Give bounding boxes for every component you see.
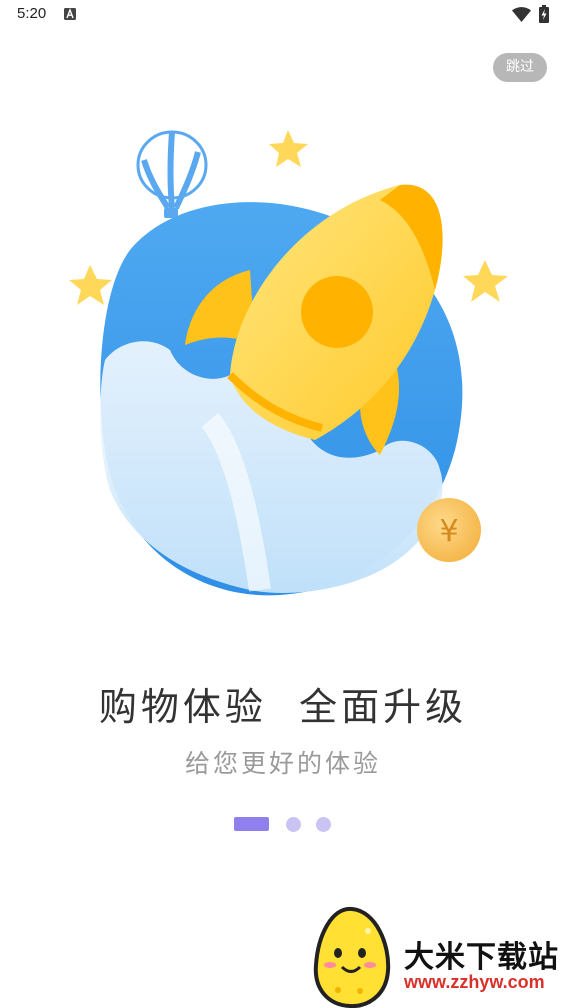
page-indicator (234, 816, 344, 832)
status-time: 5:20 (17, 5, 47, 22)
onboarding-screen: 5:20 跳过 ¥ 购物体验 全面升级 给您更好的体验 大米下载站 www.zz… (0, 0, 566, 1008)
star-left (69, 265, 112, 305)
star-top (269, 130, 308, 167)
skip-button[interactable]: 跳过 (493, 53, 547, 82)
wifi-icon (512, 7, 531, 22)
battery-icon (539, 5, 549, 23)
a-notification-icon (64, 8, 76, 20)
hot-air-balloon (136, 130, 208, 218)
indicator-dot-3[interactable] (316, 817, 331, 832)
rocket-window (301, 276, 373, 348)
rocket-illustration: ¥ (69, 130, 508, 596)
coin-symbol: ¥ (439, 514, 458, 549)
subtitle: 给您更好的体验 (184, 749, 381, 778)
rice-mascot-icon (313, 906, 391, 1008)
watermark: 大米下载站 www.zzhyw.com (308, 905, 566, 1008)
indicator-active[interactable] (234, 817, 269, 831)
indicator-dot-2[interactable] (286, 817, 301, 832)
status-bar: 5:20 (0, 0, 566, 30)
watermark-url: www.zzhyw.com (404, 972, 545, 992)
headline: 购物体验 全面升级 (98, 685, 468, 729)
star-right (463, 260, 508, 302)
watermark-title: 大米下载站 (404, 940, 559, 975)
